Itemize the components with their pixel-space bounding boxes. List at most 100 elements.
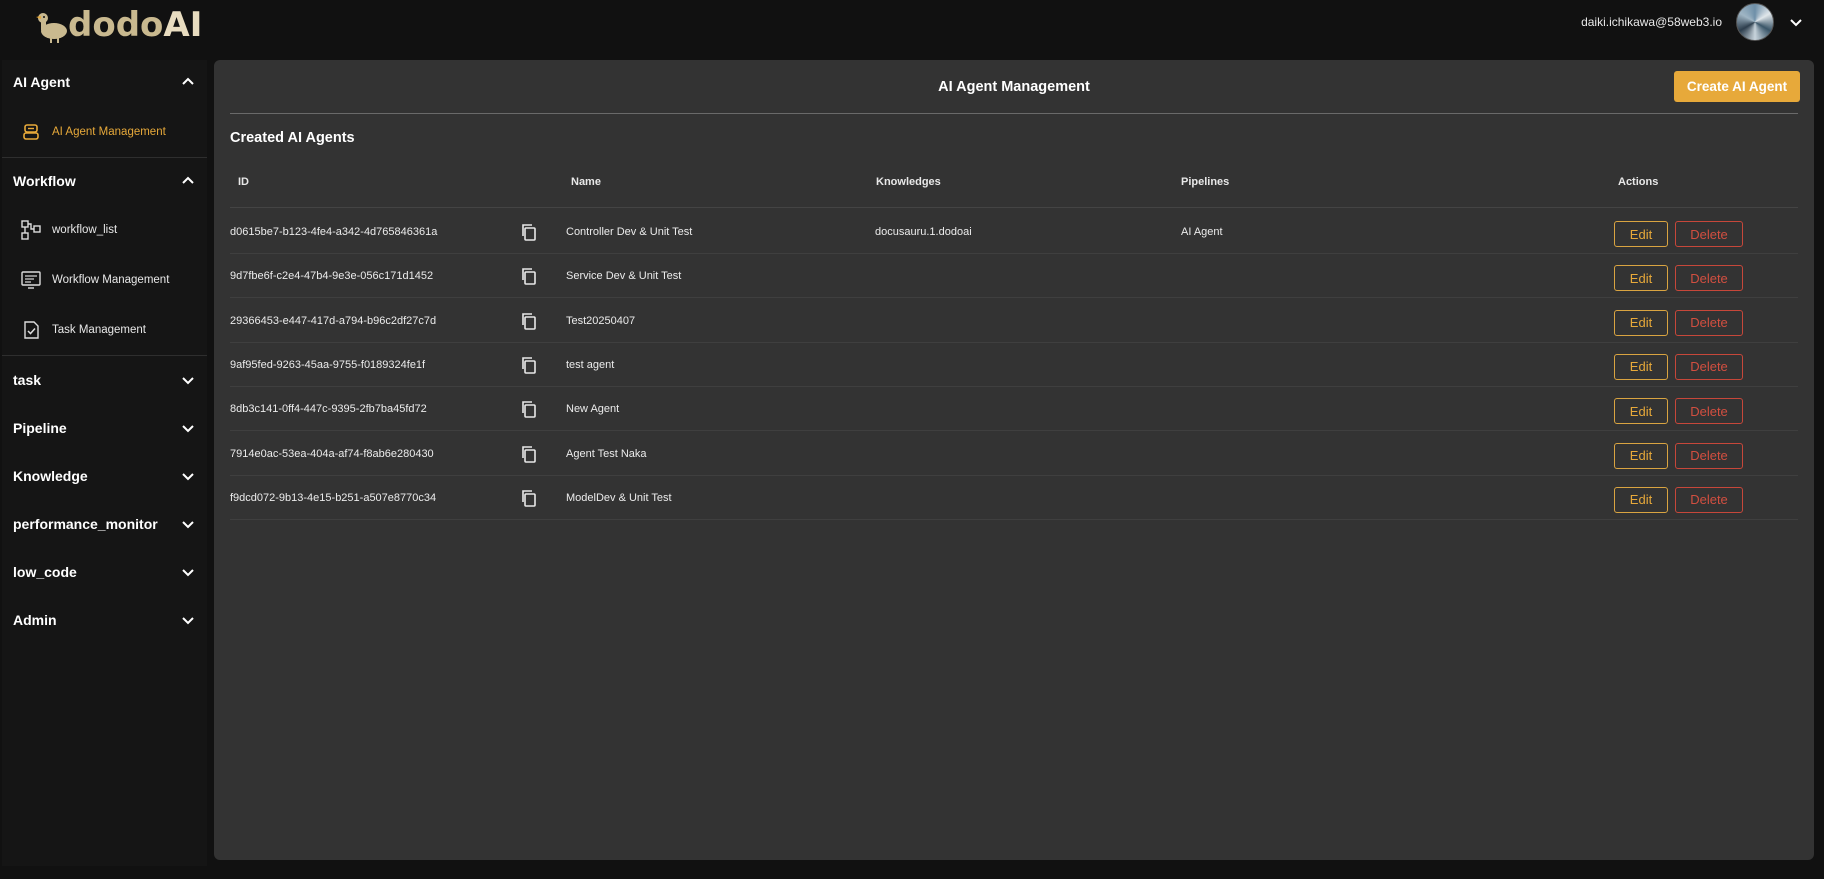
- sidebar-section-knowledge[interactable]: Knowledge: [2, 454, 207, 498]
- page-title: AI Agent Management: [938, 79, 1090, 95]
- agent-id: 29366453-e447-417d-a794-b96c2df27c7d: [230, 314, 437, 327]
- sidebar-section-label: Admin: [13, 612, 57, 628]
- sidebar-section-workflow[interactable]: Workflow: [2, 159, 207, 203]
- copy-icon[interactable]: [520, 400, 538, 418]
- delete-button[interactable]: Delete: [1675, 353, 1743, 380]
- edit-button[interactable]: Edit: [1614, 398, 1668, 425]
- copy-icon[interactable]: [520, 489, 538, 507]
- sidebar-section-task[interactable]: task: [2, 358, 207, 402]
- table-row: 9d7fbe6f-c2e4-47b4-9e3e-056c171d1452 Serv…: [230, 254, 1798, 299]
- table-row: d0615be7-b123-4fe4-a342-4d765846361a Cont…: [230, 210, 1798, 254]
- chevron-down-icon: [182, 521, 194, 529]
- agent-id: d0615be7-b123-4fe4-a342-4d765846361a: [230, 226, 438, 238]
- create-ai-agent-button[interactable]: Create AI Agent: [1674, 71, 1800, 102]
- main-panel: AI Agent Management Create AI Agent Crea…: [214, 60, 1814, 860]
- delete-button[interactable]: Delete: [1675, 221, 1743, 247]
- agent-name: Controller Dev & Unit Test: [566, 226, 693, 238]
- sidebar-section-label: performance_monitor: [13, 516, 158, 532]
- sidebar-item-label: AI Agent Management: [52, 126, 166, 138]
- sidebar-divider: [2, 157, 207, 158]
- agent-name: ModelDev & Unit Test: [566, 491, 672, 504]
- delete-button[interactable]: Delete: [1675, 398, 1743, 425]
- edit-button[interactable]: Edit: [1614, 486, 1668, 513]
- chevron-down-icon[interactable]: [1788, 14, 1804, 30]
- copy-icon[interactable]: [520, 356, 538, 374]
- sidebar-item-label: workflow_list: [52, 224, 118, 236]
- column-header-name: Name: [571, 176, 601, 188]
- edit-button[interactable]: Edit: [1614, 309, 1668, 336]
- sidebar-section-label: Knowledge: [13, 468, 88, 484]
- section-title: Created AI Agents: [230, 130, 355, 146]
- agent-knowledges: docusauru.1.dodoai: [875, 226, 972, 238]
- logo-text: dodoAI: [68, 5, 203, 45]
- duck-logo-icon: [36, 13, 67, 43]
- edit-button[interactable]: Edit: [1614, 442, 1668, 469]
- sidebar-section-ai-agent[interactable]: AI Agent: [2, 60, 207, 104]
- sidebar-divider: [2, 355, 207, 356]
- sidebar-item-workflow-management[interactable]: Workflow Management: [2, 260, 207, 300]
- flowchart-icon: [20, 219, 42, 241]
- sidebar-section-label: low_code: [13, 564, 77, 580]
- delete-button[interactable]: Delete: [1675, 265, 1743, 292]
- chevron-down-icon: [182, 569, 194, 577]
- chevron-down-icon: [182, 617, 194, 625]
- agent-id: 9af95fed-9263-45aa-9755-f0189324fe1f: [230, 358, 426, 371]
- bottom-strip: [0, 866, 1824, 879]
- user-email: daiki.ichikawa@58web3.io: [1581, 15, 1722, 29]
- copy-icon[interactable]: [520, 267, 538, 286]
- copy-icon[interactable]: [520, 445, 538, 463]
- sidebar-section-label: task: [13, 372, 42, 388]
- agent-id: 8db3c141-0ff4-447c-9395-2fb7ba45fd72: [230, 403, 427, 416]
- edit-button[interactable]: Edit: [1614, 265, 1668, 292]
- copy-icon[interactable]: [520, 312, 538, 330]
- edit-button[interactable]: Edit: [1614, 221, 1668, 247]
- column-header-actions: Actions: [1618, 176, 1659, 188]
- agent-name: Agent Test Naka: [566, 447, 647, 460]
- sidebar-section-pipeline[interactable]: Pipeline: [2, 406, 207, 450]
- robot-icon: [20, 121, 42, 143]
- user-menu[interactable]: daiki.ichikawa@58web3.io: [1581, 0, 1804, 44]
- chevron-down-icon: [182, 425, 194, 433]
- copy-icon[interactable]: [520, 223, 538, 241]
- chevron-down-icon: [182, 473, 194, 481]
- sidebar-item-ai-agent-management[interactable]: AI Agent Management: [2, 112, 207, 152]
- column-header-pipelines: Pipelines: [1181, 176, 1230, 188]
- sidebar-item-label: Workflow Management: [52, 274, 170, 286]
- delete-button[interactable]: Delete: [1675, 486, 1743, 513]
- agent-name: test agent: [566, 358, 615, 371]
- sidebar-item-label: Task Management: [52, 324, 146, 336]
- delete-button[interactable]: Delete: [1675, 309, 1743, 336]
- chevron-down-icon: [182, 377, 194, 385]
- sidebar-item-workflow-list[interactable]: workflow_list: [2, 210, 207, 250]
- header-divider: [230, 207, 1798, 208]
- delete-button[interactable]: Delete: [1675, 442, 1743, 469]
- table-row: 7914e0ac-53ea-404a-af74-f8ab6e280430 Agen…: [230, 432, 1798, 476]
- edit-button[interactable]: Edit: [1614, 353, 1668, 380]
- task-check-icon: [20, 319, 42, 341]
- agent-name: New Agent: [566, 403, 620, 416]
- sidebar-section-low-code[interactable]: low_code: [2, 550, 207, 594]
- top-bar: dodoAI daiki.ichikawa@58web3.io: [0, 0, 1824, 52]
- chevron-up-icon: [182, 176, 194, 184]
- agent-id: f9dcd072-9b13-4e15-b251-a507e8770c34: [230, 491, 437, 504]
- sidebar-section-label: AI Agent: [13, 74, 71, 90]
- sidebar-section-label: Pipeline: [13, 420, 67, 436]
- sidebar-section-label: Workflow: [13, 173, 76, 189]
- sidebar-section-admin[interactable]: Admin: [2, 598, 207, 642]
- agent-name: Test20250407: [566, 314, 636, 327]
- agent-name: Service Dev & Unit Test: [566, 270, 682, 283]
- sidebar-section-performance-monitor[interactable]: performance_monitor: [2, 502, 207, 546]
- column-header-id: ID: [238, 176, 249, 188]
- table-row: 8db3c141-0ff4-447c-9395-2fb7ba45fd72 New …: [230, 387, 1798, 432]
- column-header-knowledges: Knowledges: [876, 176, 941, 188]
- sidebar-item-task-management[interactable]: Task Management: [2, 310, 207, 350]
- table-row: 9af95fed-9263-45aa-9755-f0189324fe1f test…: [230, 343, 1798, 387]
- workflow-board-icon: [20, 269, 42, 291]
- sidebar: AI Agent AI Agent Management Workflow wo…: [2, 60, 207, 879]
- app-logo[interactable]: dodoAI: [32, 2, 202, 48]
- agent-id: 7914e0ac-53ea-404a-af74-f8ab6e280430: [230, 447, 434, 460]
- chevron-up-icon: [182, 77, 194, 85]
- agent-id: 9d7fbe6f-c2e4-47b4-9e3e-056c171d1452: [230, 270, 434, 283]
- avatar[interactable]: [1736, 3, 1774, 41]
- agent-pipelines: AI Agent: [1181, 226, 1223, 238]
